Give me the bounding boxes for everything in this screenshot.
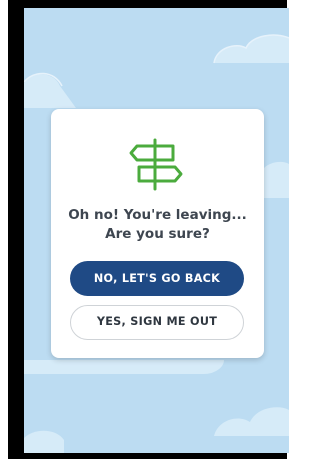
signpost-icon — [129, 138, 183, 191]
device-frame: Oh no! You're leaving... Are you sure? N… — [8, 0, 289, 459]
dialog-title: Oh no! You're leaving... Are you sure? — [51, 206, 264, 244]
screen-background: Oh no! You're leaving... Are you sure? N… — [24, 8, 289, 453]
dialog-title-line-2: Are you sure? — [105, 226, 210, 242]
sign-out-button[interactable]: YES, SIGN ME OUT — [70, 305, 244, 340]
sign-out-dialog: Oh no! You're leaving... Are you sure? N… — [51, 109, 264, 358]
go-back-button[interactable]: NO, LET'S GO BACK — [70, 261, 244, 296]
dialog-title-line-1: Oh no! You're leaving... — [68, 207, 247, 223]
